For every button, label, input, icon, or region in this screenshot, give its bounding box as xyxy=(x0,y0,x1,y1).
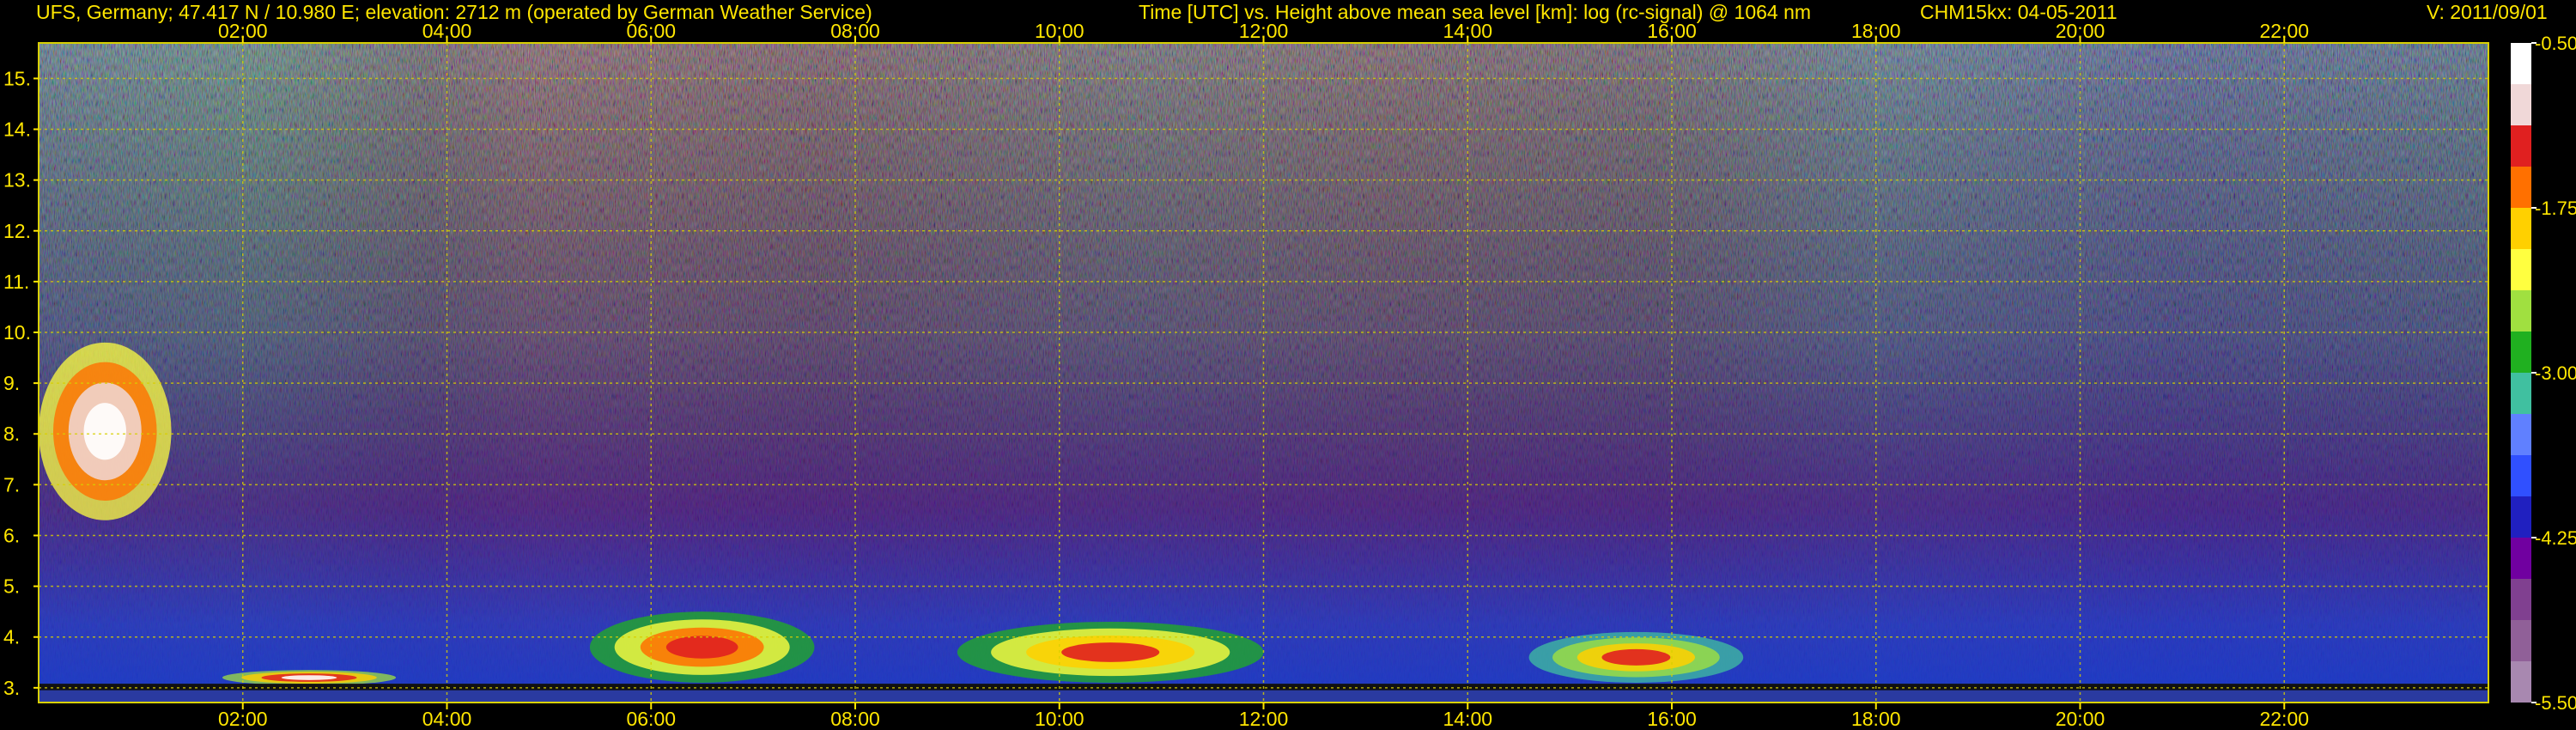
x-tick-label: 14:00 xyxy=(1443,20,1492,42)
y-tick-label: 6. xyxy=(3,524,20,546)
x-tick-label: 16:00 xyxy=(1647,20,1697,42)
x-tick-label: 08:00 xyxy=(830,708,880,730)
y-tick-label: 15. xyxy=(3,67,31,89)
colorbar: -0.50 -1.75 -3.00 -4.25 -5.50 xyxy=(2511,33,2576,714)
colorbar-scale xyxy=(2511,43,2531,703)
y-tick-label: 8. xyxy=(3,423,20,445)
x-tick-label: 04:00 xyxy=(422,708,472,730)
x-tick-label: 10:00 xyxy=(1035,708,1084,730)
x-tick-label: 20:00 xyxy=(2056,20,2105,42)
colorbar-tick-label: -4.25 xyxy=(2535,527,2576,549)
x-tick-label: 22:00 xyxy=(2259,20,2309,42)
x-tick-label: 02:00 xyxy=(218,20,268,42)
plot-area xyxy=(38,42,2489,703)
y-tick-label: 4. xyxy=(3,626,20,648)
colorbar-tick-label: -1.75 xyxy=(2535,198,2576,219)
y-axis: 3. 4. 5. 6. 7. 8. 9. 10. 11. 12. 13. 14. 15. xyxy=(3,67,39,699)
y-tick-label: 7. xyxy=(3,473,20,496)
x-tick-label: 20:00 xyxy=(2056,708,2105,730)
cloud-feature-layer xyxy=(1061,642,1160,662)
x-axis-top: 02:00 04:00 06:00 08:00 10:00 12:00 14:00 16:00… xyxy=(218,20,2309,43)
y-tick-label: 13. xyxy=(3,169,31,192)
y-tick-label: 11. xyxy=(3,271,29,293)
x-tick-label: 06:00 xyxy=(626,20,676,42)
y-tick-label: 10. xyxy=(3,321,31,344)
x-tick-label: 18:00 xyxy=(1851,708,1901,730)
colorbar-ticks: -0.50 -1.75 -3.00 -4.25 -5.50 xyxy=(2531,33,2576,714)
colorbar-tick-label: -3.00 xyxy=(2535,362,2576,384)
cloud-feature-layer xyxy=(1601,648,1671,666)
x-tick-label: 12:00 xyxy=(1239,708,1289,730)
x-tick-label: 16:00 xyxy=(1647,708,1697,730)
cloud-feature-layer xyxy=(665,636,738,659)
cloud-feature-layer xyxy=(281,675,337,680)
y-tick-label: 5. xyxy=(3,575,20,598)
x-tick-label: 18:00 xyxy=(1851,20,1901,42)
x-tick-label: 10:00 xyxy=(1035,20,1084,42)
x-axis-bottom: 02:00 04:00 06:00 08:00 10:00 12:00 14:00 16:00… xyxy=(218,703,2309,730)
x-tick-label: 04:00 xyxy=(422,20,472,42)
colorbar-tick-label: -0.50 xyxy=(2535,33,2576,54)
x-tick-label: 14:00 xyxy=(1443,708,1492,730)
x-tick-label: 06:00 xyxy=(626,708,676,730)
x-tick-label: 22:00 xyxy=(2259,708,2309,730)
x-tick-label: 02:00 xyxy=(218,708,268,730)
x-tick-label: 12:00 xyxy=(1239,20,1289,42)
y-tick-label: 14. xyxy=(3,119,31,141)
y-tick-label: 9. xyxy=(3,372,20,394)
y-tick-label: 3. xyxy=(3,677,20,699)
y-tick-label: 12. xyxy=(3,220,31,242)
lidar-heatmap-chart: 02:00 04:00 06:00 08:00 10:00 12:00 14:00 16:00… xyxy=(3,20,2576,730)
colorbar-tick-label: -5.50 xyxy=(2535,692,2576,714)
x-tick-label: 08:00 xyxy=(830,20,880,42)
cloud-feature-layer xyxy=(83,403,126,460)
